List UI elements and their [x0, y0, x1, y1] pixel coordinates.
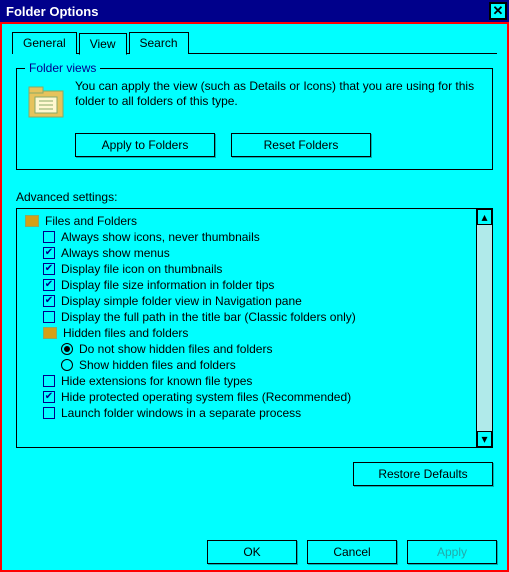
checkbox-icon[interactable]	[43, 295, 55, 307]
folder-options-window: Folder Options ✕ General View Search Fol…	[0, 0, 509, 572]
advanced-settings-tree: Files and Folders Always show icons, nev…	[16, 208, 493, 448]
close-button[interactable]: ✕	[489, 2, 507, 20]
dialog-buttons: OK Cancel Apply	[207, 540, 497, 564]
tree-radio-item[interactable]: Show hidden files and folders	[25, 357, 472, 373]
checkbox-icon[interactable]	[43, 279, 55, 291]
scroll-down-button[interactable]: ▾	[477, 431, 492, 447]
checkbox-icon[interactable]	[43, 263, 55, 275]
cancel-button[interactable]: Cancel	[307, 540, 397, 564]
item-label: Show hidden files and folders	[79, 358, 236, 372]
reset-folders-button[interactable]: Reset Folders	[231, 133, 371, 157]
window-title: Folder Options	[6, 4, 489, 19]
item-label: Always show icons, never thumbnails	[61, 230, 260, 244]
checkbox-icon[interactable]	[43, 247, 55, 259]
checkbox-icon[interactable]	[43, 375, 55, 387]
tab-search[interactable]: Search	[129, 32, 189, 54]
checkbox-icon[interactable]	[43, 231, 55, 243]
radio-icon[interactable]	[61, 359, 73, 371]
item-label: Hide extensions for known file types	[61, 374, 252, 388]
folder-views-text: You can apply the view (such as Details …	[75, 79, 482, 123]
checkbox-icon[interactable]	[43, 311, 55, 323]
group-label: Files and Folders	[45, 214, 137, 228]
apply-to-folders-button[interactable]: Apply to Folders	[75, 133, 215, 157]
checkbox-icon[interactable]	[43, 407, 55, 419]
tab-general[interactable]: General	[12, 32, 77, 54]
tree-item[interactable]: Display file icon on thumbnails	[25, 261, 472, 277]
scroll-track[interactable]	[477, 225, 492, 431]
tree-item[interactable]: Hide protected operating system files (R…	[25, 389, 472, 405]
ok-button[interactable]: OK	[207, 540, 297, 564]
tree-item[interactable]: Display file size information in folder …	[25, 277, 472, 293]
item-label: Do not show hidden files and folders	[79, 342, 272, 356]
tree-item[interactable]: Always show icons, never thumbnails	[25, 229, 472, 245]
restore-defaults-button[interactable]: Restore Defaults	[353, 462, 493, 486]
tree-radio-item[interactable]: Do not show hidden files and folders	[25, 341, 472, 357]
item-label: Always show menus	[61, 246, 170, 260]
group-label: Hidden files and folders	[63, 326, 188, 340]
apply-button[interactable]: Apply	[407, 540, 497, 564]
tree-group-files-folders: Files and Folders	[25, 213, 472, 229]
radio-icon[interactable]	[61, 343, 73, 355]
tree-item[interactable]: Display simple folder view in Navigation…	[25, 293, 472, 309]
tab-view[interactable]: View	[79, 33, 127, 55]
advanced-settings-label: Advanced settings:	[16, 190, 493, 204]
tree-content: Files and Folders Always show icons, nev…	[17, 209, 476, 447]
folder-icon	[43, 327, 57, 339]
tree-item[interactable]: Always show menus	[25, 245, 472, 261]
item-label: Display the full path in the title bar (…	[61, 310, 356, 324]
item-label: Display file size information in folder …	[61, 278, 274, 292]
tree-item[interactable]: Display the full path in the title bar (…	[25, 309, 472, 325]
tree-item[interactable]: Launch folder windows in a separate proc…	[25, 405, 472, 421]
item-label: Hide protected operating system files (R…	[61, 390, 351, 404]
folder-views-group: Folder views You can apply the view (suc…	[16, 68, 493, 170]
folder-views-icon	[27, 83, 67, 123]
folder-icon	[25, 215, 39, 227]
client-area: General View Search Folder views You can…	[2, 24, 507, 570]
tab-strip: General View Search	[12, 32, 497, 54]
item-label: Launch folder windows in a separate proc…	[61, 406, 301, 420]
item-label: Display file icon on thumbnails	[61, 262, 222, 276]
titlebar: Folder Options ✕	[0, 0, 509, 22]
scrollbar[interactable]: ▴ ▾	[476, 209, 492, 447]
tree-item[interactable]: Hide extensions for known file types	[25, 373, 472, 389]
folder-views-legend: Folder views	[25, 61, 100, 75]
tree-group-hidden: Hidden files and folders	[25, 325, 472, 341]
checkbox-icon[interactable]	[43, 391, 55, 403]
item-label: Display simple folder view in Navigation…	[61, 294, 302, 308]
scroll-up-button[interactable]: ▴	[477, 209, 492, 225]
